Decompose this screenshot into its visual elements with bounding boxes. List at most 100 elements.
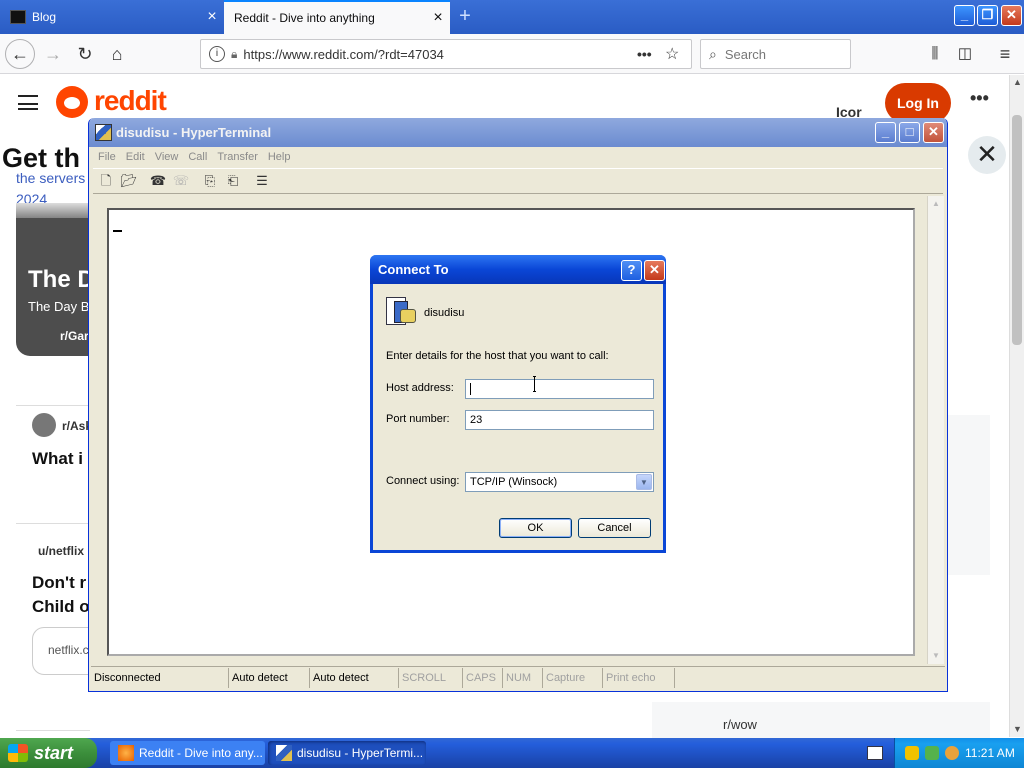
sidebar-icon[interactable]: ◫: [950, 39, 980, 69]
instruction-text: Enter details for the host that you want…: [386, 350, 609, 362]
menu-view[interactable]: View: [150, 151, 184, 163]
page-scrollbar[interactable]: ▲ ▼: [1009, 75, 1024, 737]
connect-to-dialog: Connect To ? ✕ disudisu Enter details fo…: [370, 255, 666, 553]
chevron-down-icon[interactable]: ▼: [636, 474, 652, 490]
keyboard-icon[interactable]: [867, 746, 883, 760]
tab-label: Reddit - Dive into anything: [234, 11, 375, 25]
search-icon: ⌕: [709, 45, 717, 62]
hamburger-menu-icon[interactable]: [18, 95, 38, 110]
tab-reddit[interactable]: Reddit - Dive into anything ×: [224, 0, 450, 34]
sidebar-community[interactable]: r/wow: [723, 717, 757, 732]
menu-bar: File Edit View Call Transfer Help: [93, 147, 943, 167]
connect-phone-icon[interactable]: ☎: [149, 173, 167, 189]
start-button[interactable]: start: [0, 738, 97, 768]
ok-button[interactable]: OK: [499, 518, 572, 538]
taskbar-item-label: Reddit - Dive into any...: [139, 746, 263, 760]
hyperterminal-icon: [276, 745, 292, 761]
menu-call[interactable]: Call: [183, 151, 212, 163]
menu-transfer[interactable]: Transfer: [212, 151, 263, 163]
reddit-wordmark[interactable]: reddit: [94, 85, 167, 117]
tab-close-icon[interactable]: ×: [426, 9, 450, 27]
disconnect-icon[interactable]: ☏: [172, 173, 190, 189]
close-icon[interactable]: ✕: [968, 136, 1006, 174]
taskbar-item-hyperterminal[interactable]: disudisu - HyperTermi...: [268, 741, 426, 765]
scroll-down-icon[interactable]: ▼: [1010, 722, 1024, 737]
info-icon[interactable]: i: [209, 46, 225, 62]
security-shield-icon[interactable]: [905, 746, 919, 760]
text-caret: [470, 383, 471, 396]
post-title[interactable]: What i: [32, 449, 83, 469]
divider: [16, 523, 90, 524]
card-title: The D: [28, 266, 95, 293]
home-button[interactable]: ⌂: [102, 39, 132, 69]
sidebar-card: [652, 702, 990, 738]
close-window-button[interactable]: ✕: [1001, 5, 1022, 26]
toolbar: 🗋︎ 📂︎ ☎ ☏ ⎘ ⎗ ☰: [93, 168, 943, 194]
cancel-button[interactable]: Cancel: [578, 518, 651, 538]
url-text: https://www.reddit.com/?rdt=47034: [243, 46, 444, 62]
close-dialog-button[interactable]: ✕: [644, 260, 665, 281]
forward-button[interactable]: →: [38, 39, 68, 69]
hyperterminal-title-bar[interactable]: disudisu - HyperTerminal: [89, 118, 947, 147]
link-preview[interactable]: netflix.c: [32, 627, 92, 675]
minimize-button[interactable]: _: [875, 122, 896, 143]
properties-icon[interactable]: ☰: [253, 173, 271, 189]
host-address-label: Host address:: [386, 382, 454, 394]
post-author[interactable]: u/netflix: [38, 544, 84, 558]
close-window-button[interactable]: ✕: [923, 122, 944, 143]
card-subreddit: r/Gar: [60, 329, 89, 343]
menu-icon[interactable]: ≡: [990, 39, 1020, 69]
send-file-icon[interactable]: ⎘: [201, 173, 219, 189]
clock[interactable]: 11:21 AM: [965, 746, 1015, 760]
browser-tab-strip: Blog × Reddit - Dive into anything × + _…: [0, 0, 1024, 34]
terminal-favicon-icon: [10, 10, 26, 24]
login-button[interactable]: Log In: [885, 83, 951, 123]
post-title-line1[interactable]: Don't r: [32, 573, 86, 593]
new-tab-button[interactable]: +: [452, 4, 478, 30]
connect-using-select[interactable]: TCP/IP (Winsock) ▼: [465, 472, 654, 492]
new-file-icon[interactable]: 🗋︎: [97, 173, 115, 189]
open-folder-icon[interactable]: 📂︎: [120, 173, 138, 189]
tab-close-icon[interactable]: ×: [200, 8, 224, 26]
taskbar: start Reddit - Dive into any... disudisu…: [0, 738, 1024, 768]
status-detect-2: Auto detect: [310, 667, 399, 688]
reload-button[interactable]: ↻: [70, 39, 100, 69]
host-address-input[interactable]: [465, 379, 654, 399]
network-icon[interactable]: [925, 746, 939, 760]
connect-using-value: TCP/IP (Winsock): [470, 476, 558, 488]
menu-help[interactable]: Help: [263, 151, 296, 163]
maximize-button[interactable]: □: [899, 122, 920, 143]
scroll-down-icon[interactable]: ▼: [928, 648, 944, 664]
page-actions-icon[interactable]: •••: [637, 46, 665, 62]
tab-blog[interactable]: Blog ×: [0, 0, 224, 34]
windows-logo-icon: [8, 744, 28, 762]
menu-file[interactable]: File: [93, 151, 121, 163]
scroll-thumb[interactable]: [1012, 115, 1022, 345]
scroll-up-icon[interactable]: ▲: [928, 196, 944, 212]
search-input[interactable]: ⌕ Search: [700, 39, 851, 69]
library-icon[interactable]: ⫼: [920, 39, 950, 69]
taskbar-item-firefox[interactable]: Reddit - Dive into any...: [110, 741, 265, 765]
avatar: [32, 413, 56, 437]
hyperterminal-icon: [95, 124, 112, 141]
help-button[interactable]: ?: [621, 260, 642, 281]
receive-file-icon[interactable]: ⎗: [224, 173, 242, 189]
more-options-icon[interactable]: •••: [970, 88, 989, 109]
post-title-line2[interactable]: Child o: [32, 597, 90, 617]
scroll-up-icon[interactable]: ▲: [1010, 75, 1024, 90]
minimize-button[interactable]: _: [954, 5, 975, 26]
reddit-logo-icon[interactable]: [56, 86, 88, 118]
terminal-cursor: [113, 230, 122, 232]
connection-name: disudisu: [424, 307, 465, 319]
port-number-input[interactable]: 23: [465, 410, 654, 430]
restore-button[interactable]: ❐: [977, 5, 998, 26]
url-bar[interactable]: i 🔒︎ https://www.reddit.com/?rdt=47034 •…: [200, 39, 692, 69]
bookmark-star-icon[interactable]: ☆: [665, 44, 691, 64]
menu-edit[interactable]: Edit: [121, 151, 150, 163]
promo-link-line1[interactable]: the servers: [16, 170, 85, 186]
tab-label: Blog: [32, 10, 57, 24]
back-button[interactable]: ←: [5, 39, 35, 69]
terminal-scrollbar[interactable]: ▲ ▼: [927, 196, 944, 664]
search-tray-icon[interactable]: [945, 746, 959, 760]
lock-icon: 🔒︎: [231, 46, 238, 61]
